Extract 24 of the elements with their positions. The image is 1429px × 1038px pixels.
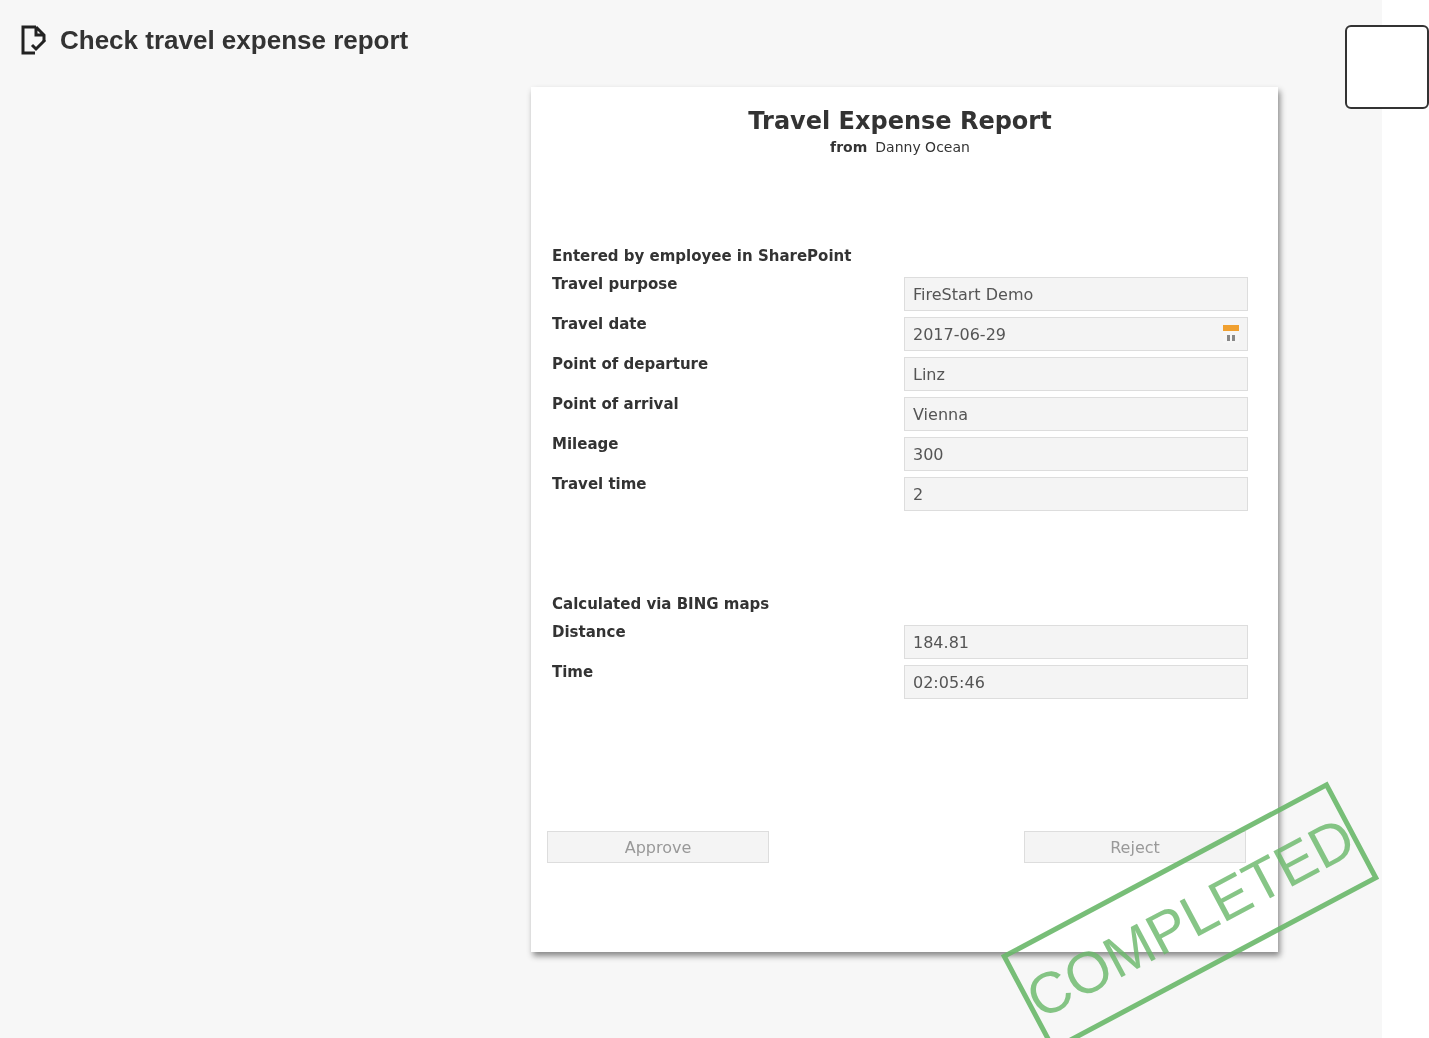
form-title: Travel Expense Report bbox=[748, 107, 1052, 135]
empty-square[interactable] bbox=[1345, 25, 1429, 109]
input-field[interactable]: 2 bbox=[904, 477, 1248, 511]
section-heading: Calculated via BING maps bbox=[552, 595, 771, 613]
field-label: Travel time bbox=[552, 475, 647, 493]
field-label: Point of arrival bbox=[552, 395, 679, 413]
date-field[interactable]: 2017-06-29 bbox=[904, 317, 1248, 351]
input-field[interactable]: Linz bbox=[904, 357, 1248, 391]
from-label: from bbox=[830, 139, 868, 155]
input-field[interactable]: 300 bbox=[904, 437, 1248, 471]
page-title: Check travel expense report bbox=[60, 24, 409, 56]
input-field[interactable]: 02:05:46 bbox=[904, 665, 1248, 699]
input-field[interactable]: Vienna bbox=[904, 397, 1248, 431]
input-field[interactable]: 184.81 bbox=[904, 625, 1248, 659]
field-label: Time bbox=[552, 663, 594, 681]
field-label: Point of departure bbox=[552, 355, 709, 373]
field-label: Distance bbox=[552, 623, 626, 641]
field-label: Travel purpose bbox=[552, 275, 678, 293]
field-label: Travel date bbox=[552, 315, 647, 333]
document-check-icon bbox=[20, 24, 48, 56]
input-field[interactable]: FireStart Demo bbox=[904, 277, 1248, 311]
sender-name: Danny Ocean bbox=[875, 139, 970, 155]
section-heading: Entered by employee in SharePoint bbox=[552, 247, 853, 265]
field-label: Mileage bbox=[552, 435, 619, 453]
